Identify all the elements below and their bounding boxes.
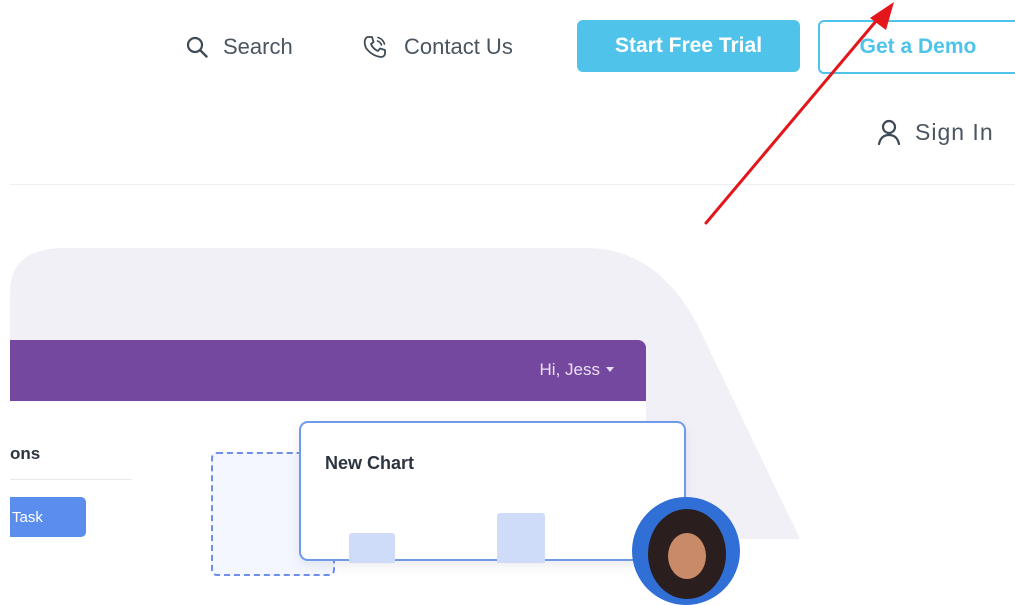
chart-bar xyxy=(349,533,395,563)
sidebar-heading: ons xyxy=(10,444,41,463)
chart-card-title: New Chart xyxy=(325,453,415,473)
sign-in-link[interactable]: Sign In xyxy=(877,114,994,150)
avatar-face xyxy=(668,533,706,579)
new-task-button: Task xyxy=(10,497,86,537)
sidebar-divider xyxy=(10,479,132,480)
chart-bar xyxy=(497,513,545,563)
task-button-label: Task xyxy=(12,508,43,526)
avatar xyxy=(632,497,740,605)
new-chart-card: New Chart xyxy=(299,421,686,563)
start-free-trial-button[interactable]: Start Free Trial xyxy=(577,20,800,72)
search-link[interactable]: Search xyxy=(185,30,293,64)
app-preview-header: Hi, Jess xyxy=(10,340,646,401)
nav-divider xyxy=(10,184,1015,185)
top-navigation: Search Contact Us Start Free Trial Get a… xyxy=(0,0,1015,190)
search-icon xyxy=(186,36,208,58)
contact-us-link[interactable]: Contact Us xyxy=(362,30,513,64)
get-a-demo-button[interactable]: Get a Demo xyxy=(818,20,1015,74)
phone-icon xyxy=(363,36,386,58)
contact-us-label: Contact Us xyxy=(404,34,513,59)
user-icon xyxy=(877,119,901,145)
user-greeting: Hi, Jess xyxy=(539,360,600,379)
caret-down-icon xyxy=(606,367,614,372)
sign-in-label: Sign In xyxy=(915,118,994,145)
search-label: Search xyxy=(223,34,293,59)
